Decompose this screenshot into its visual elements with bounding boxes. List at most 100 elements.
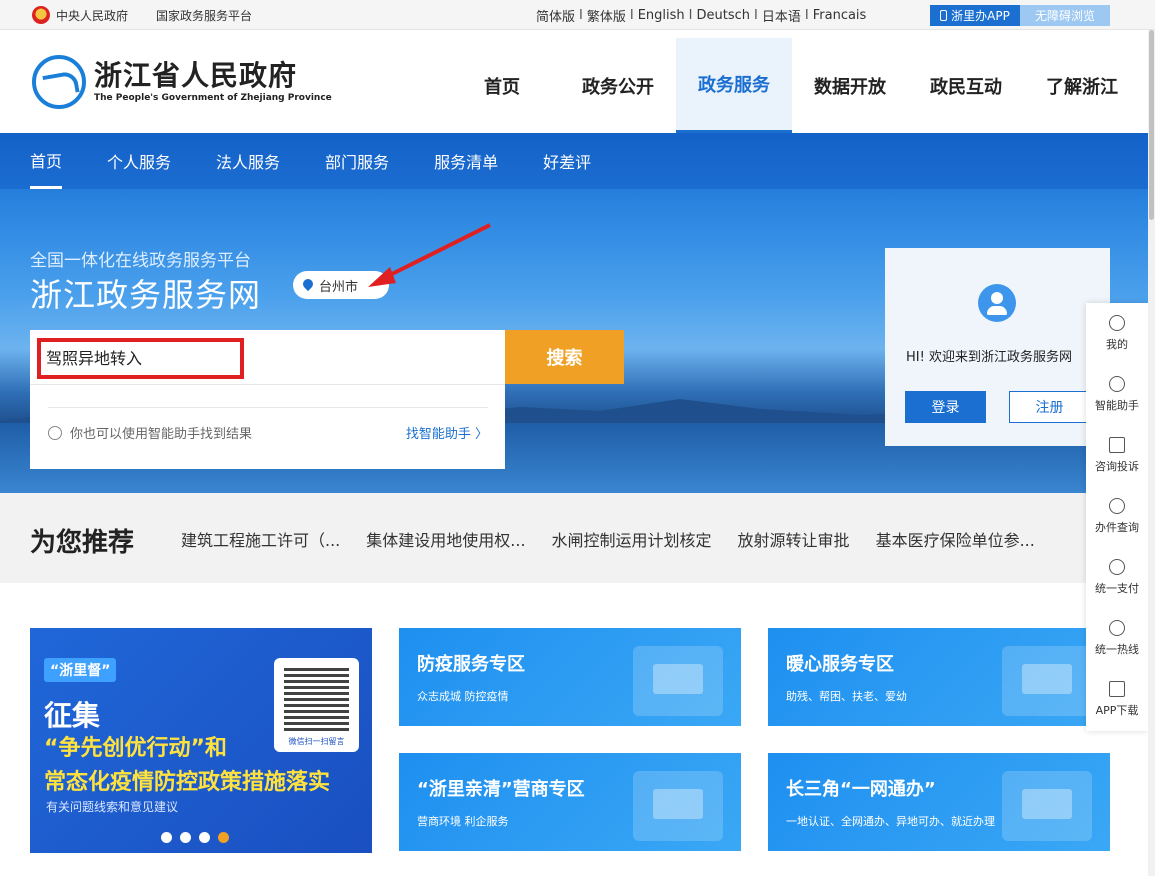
lang-separator: I	[804, 7, 809, 23]
search-input[interactable]	[30, 330, 505, 384]
network-illustration-icon	[1002, 771, 1092, 841]
national-service-link[interactable]: 国家政务服务平台	[156, 7, 252, 24]
central-gov-label: 中央人民政府	[56, 8, 129, 23]
subnav-service-list[interactable]: 服务清单	[434, 133, 498, 189]
tile-epidemic-service[interactable]: 防疫服务专区 众志成城 防控疫情	[399, 628, 741, 726]
lang-german[interactable]: Deutsch	[697, 8, 751, 23]
nav-gov-services[interactable]: 政务服务	[676, 38, 792, 133]
hero-section: 首页 个人服务 法人服务 部门服务 服务清单 好差评 全国一体化在线政务服务平台…	[0, 133, 1155, 493]
national-emblem-icon	[32, 6, 50, 24]
nav-about[interactable]: 了解浙江	[1024, 38, 1140, 133]
welcome-card: HI! 欢迎来到浙江政务服务网 登录 注册	[885, 248, 1110, 446]
location-pin-icon	[303, 279, 313, 292]
banner-line-4: 有关问题线索和意见建议	[46, 800, 179, 814]
subnav-corporate[interactable]: 法人服务	[216, 133, 280, 189]
side-app-download[interactable]: APP下载	[1086, 669, 1148, 730]
tile-title: 长三角“一网通办”	[786, 779, 936, 800]
zhejiang-logo-icon	[32, 55, 86, 109]
lang-simplified[interactable]: 简体版	[536, 6, 575, 25]
find-assistant-link[interactable]: 找智能助手 〉	[406, 423, 488, 442]
register-button[interactable]: 注册	[1009, 391, 1090, 423]
page-scrollbar[interactable]	[1148, 30, 1155, 876]
recommend-item[interactable]: 建筑工程施工许可（...	[181, 527, 340, 551]
lightbulb-icon	[48, 425, 62, 440]
lang-traditional[interactable]: 繁体版	[587, 6, 626, 25]
nav-gov-affairs[interactable]: 政务公开	[560, 38, 676, 133]
top-left-links: 中央人民政府 国家政务服务平台	[32, 0, 252, 30]
nav-home[interactable]: 首页	[444, 38, 560, 133]
app-download-button[interactable]: 浙里办APP	[930, 5, 1020, 26]
subnav-department[interactable]: 部门服务	[325, 133, 389, 189]
laptop-illustration-icon	[1002, 646, 1092, 716]
carousel-dot[interactable]	[199, 832, 210, 843]
tile-title: 防疫服务专区	[417, 654, 525, 675]
subnav-personal[interactable]: 个人服务	[107, 133, 171, 189]
user-icon	[1109, 315, 1125, 331]
side-hotline[interactable]: 统一热线	[1086, 608, 1148, 669]
recommend-item[interactable]: 集体建设用地使用权...	[366, 527, 525, 551]
subnav-rating[interactable]: 好差评	[543, 133, 591, 189]
central-gov-link[interactable]: 中央人民政府	[32, 6, 128, 24]
nav-interaction[interactable]: 政民互动	[908, 38, 1024, 133]
lang-separator: I	[629, 7, 634, 23]
carousel-dots	[161, 832, 229, 843]
side-my-account[interactable]: 我的	[1086, 303, 1148, 364]
main-nav: 首页 政务公开 政务服务 数据开放 政民互动 了解浙江	[444, 38, 1140, 133]
side-item-label: 统一热线	[1095, 643, 1139, 656]
nav-open-data[interactable]: 数据开放	[792, 38, 908, 133]
assistant-hint-row: 你也可以使用智能助手找到结果 找智能助手 〉	[48, 407, 488, 457]
office-illustration-icon	[633, 771, 723, 841]
side-item-label: 智能助手	[1095, 399, 1139, 412]
lang-french[interactable]: Francais	[813, 8, 867, 23]
subnav-home[interactable]: 首页	[30, 133, 63, 189]
shield-alert-icon	[1109, 437, 1125, 453]
side-item-label: 我的	[1106, 338, 1128, 351]
recommend-item[interactable]: 基本医疗保险单位参...	[876, 527, 1035, 551]
assistant-hint-text: 你也可以使用智能助手找到结果	[70, 427, 253, 442]
sub-nav: 首页 个人服务 法人服务 部门服务 服务清单 好差评	[0, 133, 1155, 189]
site-logo[interactable]: 浙江省人民政府 The People's Government of Zheji…	[32, 55, 332, 109]
side-item-label: 咨询投诉	[1095, 460, 1139, 473]
carousel-dot-active[interactable]	[218, 832, 229, 843]
qr-code: 微信扫一扫留言	[274, 658, 359, 752]
tile-business-service[interactable]: “浙里亲清”营商专区 营商环境 利企服务	[399, 753, 741, 851]
side-payment[interactable]: 统一支付	[1086, 547, 1148, 608]
phone-icon	[1109, 620, 1125, 636]
tile-subtitle: 助残、帮困、扶老、爱幼	[786, 690, 907, 703]
banner-line-2: “争先创优行动”和	[44, 736, 227, 761]
yuan-icon	[1109, 559, 1125, 575]
history-icon	[1109, 498, 1125, 514]
banner-tag: “浙里督”	[44, 658, 117, 682]
tile-caring-service[interactable]: 暖心服务专区 助残、帮困、扶老、爱幼	[768, 628, 1110, 726]
banner-line-3: 常态化疫情防控政策措施落实	[44, 770, 331, 795]
side-item-label: 统一支付	[1095, 582, 1139, 595]
logo-chinese-name: 浙江省人民政府	[94, 59, 298, 92]
language-switcher: 简体版 I 繁体版 I English I Deutsch I 日本语 I Fr…	[536, 0, 866, 30]
scrollbar-thumb[interactable]	[1149, 30, 1154, 220]
lang-separator: I	[688, 7, 693, 23]
tile-title: “浙里亲清”营商专区	[417, 779, 585, 800]
app-button-label: 浙里办APP	[951, 9, 1010, 23]
tile-title: 暖心服务专区	[786, 654, 894, 675]
recommend-item[interactable]: 水闸控制运用计划核定	[552, 527, 712, 551]
login-button[interactable]: 登录	[905, 391, 986, 423]
hero-subtitle: 全国一体化在线政务服务平台	[30, 251, 251, 271]
accessibility-button[interactable]: 无障碍浏览	[1020, 5, 1110, 26]
floating-side-panel: 我的 智能助手 咨询投诉 办件查询 统一支付 统一热线 APP下载	[1086, 303, 1148, 731]
carousel-dot[interactable]	[161, 832, 172, 843]
national-service-label: 国家政务服务平台	[156, 8, 253, 23]
headset-icon	[1109, 376, 1125, 392]
recommend-item[interactable]: 放射源转让审批	[738, 527, 850, 551]
annotation-arrow-icon	[368, 223, 491, 287]
side-assistant[interactable]: 智能助手	[1086, 364, 1148, 425]
recommend-title: 为您推荐	[30, 528, 135, 558]
lang-english[interactable]: English	[638, 8, 685, 23]
side-item-label: 办件查询	[1095, 521, 1139, 534]
search-button[interactable]: 搜索	[505, 330, 624, 384]
side-complaint[interactable]: 咨询投诉	[1086, 425, 1148, 486]
promo-banner[interactable]: “浙里督” 征集 “争先创优行动”和 常态化疫情防控政策措施落实 有关问题线索和…	[30, 628, 372, 853]
lang-japanese[interactable]: 日本语	[762, 6, 801, 25]
tile-yangtze-delta[interactable]: 长三角“一网通办” 一地认证、全网通办、异地可办、就近办理	[768, 753, 1110, 851]
side-case-query[interactable]: 办件查询	[1086, 486, 1148, 547]
carousel-dot[interactable]	[180, 832, 191, 843]
